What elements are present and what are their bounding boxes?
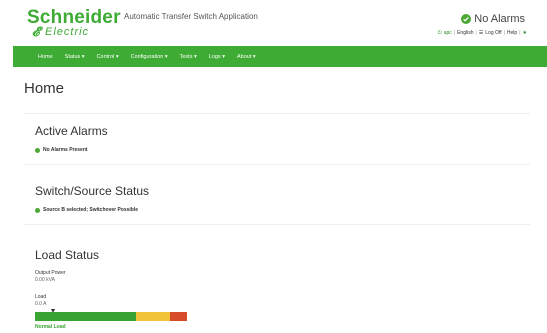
active-alarms-title: Active Alarms bbox=[35, 124, 108, 138]
switch-source-status-text: Source B selected; Switchover Possible bbox=[43, 207, 139, 213]
check-circle-icon bbox=[461, 14, 472, 24]
output-power-value: 0.00 kVA bbox=[35, 277, 55, 283]
load-gauge bbox=[35, 312, 187, 321]
brand-logo-name: Schneider bbox=[27, 7, 121, 28]
nav-tests[interactable]: Tests ▾ bbox=[180, 54, 197, 60]
divider bbox=[24, 113, 530, 114]
separator: | bbox=[519, 30, 521, 36]
pin-icon[interactable]: ★ bbox=[523, 30, 527, 36]
load-gauge-critical-zone bbox=[170, 312, 187, 321]
app-header: Schneider 𝓔 Electric Automatic Transfer … bbox=[0, 0, 547, 46]
help-link[interactable]: Help bbox=[507, 30, 517, 36]
page-title: Home bbox=[24, 80, 65, 97]
nav-about[interactable]: About ▾ bbox=[237, 54, 256, 60]
alarm-status-text: No Alarms bbox=[474, 13, 525, 25]
switch-source-title: Switch/Source Status bbox=[35, 184, 150, 198]
divider bbox=[24, 164, 530, 165]
separator: | bbox=[453, 30, 456, 36]
nav-status[interactable]: Status ▾ bbox=[65, 54, 85, 60]
separator: | bbox=[503, 30, 505, 36]
nav-home[interactable]: Home bbox=[38, 54, 53, 60]
logoff-link[interactable]: Log Off bbox=[485, 30, 501, 36]
switch-source-status: Source B selected; Switchover Possible bbox=[35, 207, 138, 213]
main-navbar: Home Status ▾ Control ▾ Configuration ▾ … bbox=[13, 46, 547, 67]
output-power-label: Output Power bbox=[35, 270, 66, 276]
status-ok-icon bbox=[35, 207, 40, 213]
status-ok-icon bbox=[35, 147, 40, 153]
brand-logo-mark: 𝓔 bbox=[32, 24, 40, 39]
load-status-title: Load Status bbox=[35, 248, 100, 262]
logoff-icon: ☰ bbox=[478, 30, 484, 36]
power-icon: ⏻ bbox=[437, 30, 442, 36]
brand-logo-subname: Electric bbox=[45, 26, 90, 38]
apc-link[interactable]: apc bbox=[444, 30, 452, 36]
load-gauge-warning-zone bbox=[136, 312, 170, 321]
active-alarms-status: No Alarms Present bbox=[35, 147, 88, 153]
load-label: Load bbox=[35, 294, 47, 300]
nav-configuration[interactable]: Configuration ▾ bbox=[131, 54, 168, 60]
load-state-label: Normal Load bbox=[35, 324, 66, 330]
nav-control[interactable]: Control ▾ bbox=[97, 54, 119, 60]
app-title: Automatic Transfer Switch Application bbox=[124, 12, 258, 21]
divider bbox=[24, 224, 530, 225]
active-alarms-status-text: No Alarms Present bbox=[43, 147, 88, 153]
load-gauge-normal-zone bbox=[35, 312, 136, 321]
load-value: 0.0 A bbox=[35, 301, 47, 307]
utility-links: ⏻ apc | English | ☰ Log Off | Help | ★ bbox=[438, 30, 527, 36]
nav-logs[interactable]: Logs ▾ bbox=[209, 54, 225, 60]
language-link[interactable]: English bbox=[457, 30, 473, 36]
alarm-status[interactable]: No Alarms bbox=[461, 13, 525, 25]
separator: | bbox=[475, 30, 477, 36]
nav-menu: Home Status ▾ Control ▾ Configuration ▾ … bbox=[38, 46, 256, 67]
